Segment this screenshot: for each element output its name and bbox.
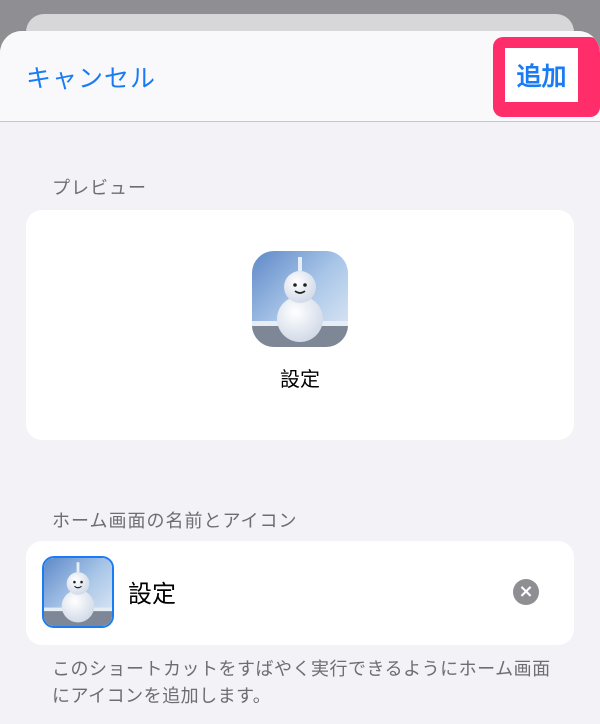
add-button-highlight: 追加 — [493, 37, 600, 117]
snowman-photo-icon — [252, 251, 348, 347]
navigation-bar: キャンセル 追加 — [0, 31, 600, 122]
footer-description: このショートカットをすばやく実行できるようにホーム画面にアイコンを追加します。 — [52, 659, 551, 707]
add-button[interactable]: 追加 — [516, 57, 566, 93]
preview-app-label: 設定 — [280, 367, 320, 391]
add-button-container[interactable]: 追加 — [505, 48, 578, 102]
home-name-input[interactable] — [128, 577, 488, 605]
preview-card: 設定 — [26, 210, 574, 440]
home-name-icon-header: ホーム画面の名前とアイコン — [52, 511, 298, 532]
snowman-photo-icon[interactable] — [42, 556, 114, 628]
preview-header: プレビュー — [52, 178, 147, 199]
clear-x-icon: × — [518, 581, 534, 602]
clear-text-button[interactable]: × — [513, 579, 539, 605]
home-name-card: × — [26, 541, 574, 645]
cancel-button[interactable]: キャンセル — [26, 59, 156, 95]
add-to-home-sheet: キャンセル 追加 プレビュー 設定 ホーム画面の名前とアイコン 設定 × このシ… — [0, 31, 600, 724]
